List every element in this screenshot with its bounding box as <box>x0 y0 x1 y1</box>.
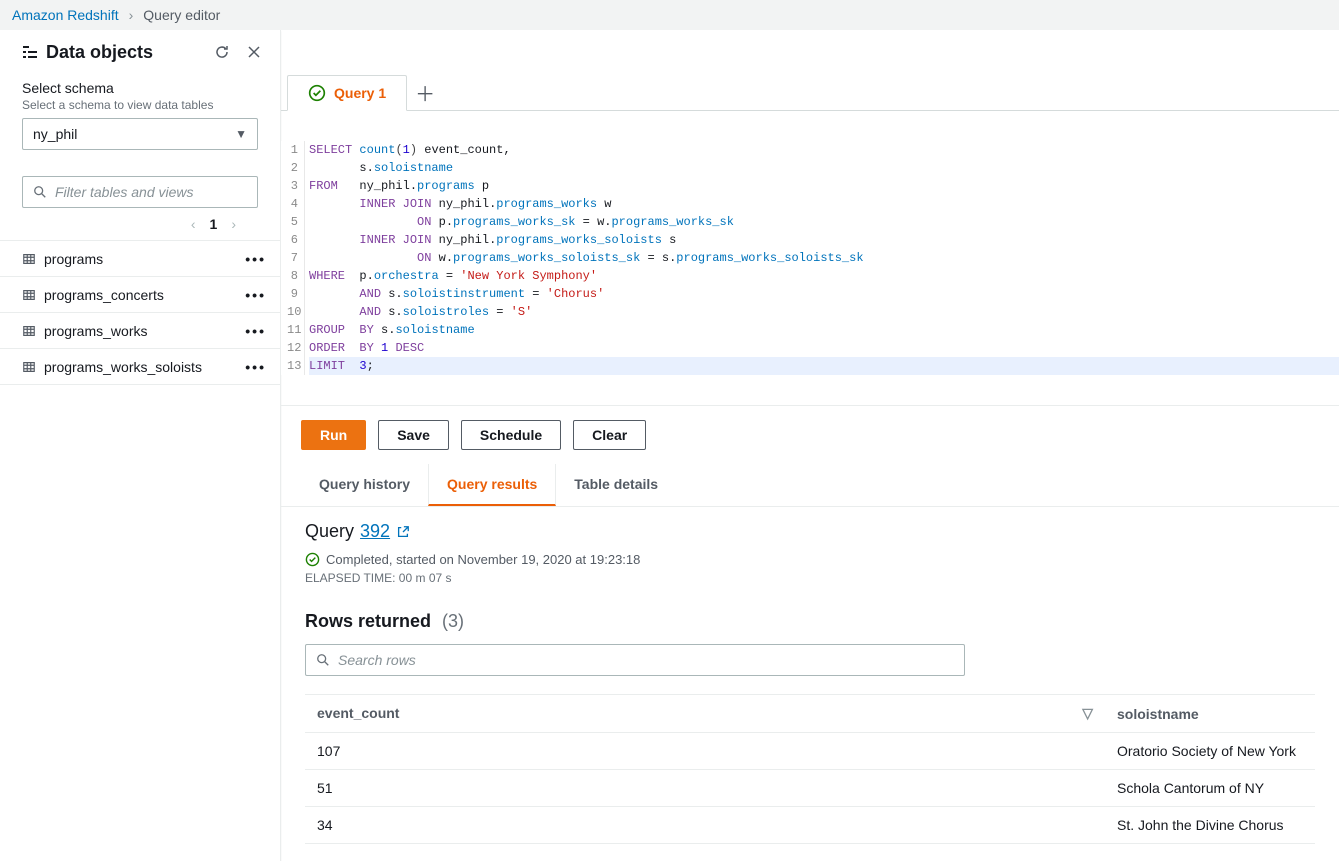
sort-desc-icon: ▽ <box>1082 705 1093 722</box>
result-table: event_count ▽ soloistname 107Oratorio So… <box>305 694 1315 844</box>
table-name: programs <box>44 251 237 267</box>
query-tab-label: Query 1 <box>334 85 386 101</box>
code-line[interactable]: WHERE p.orchestra = 'New York Symphony' <box>309 267 1339 285</box>
code-line[interactable]: SELECT count(1) event_count, <box>309 141 1339 159</box>
pager-page-number: 1 <box>210 216 218 232</box>
rows-returned-heading: Rows returned (3) <box>305 611 1315 632</box>
code-editor[interactable]: 12345678910111213 SELECT count(1) event_… <box>281 110 1339 405</box>
table-item[interactable]: programs_works ••• <box>0 313 280 349</box>
code-line[interactable]: INNER JOIN ny_phil.programs_works_solois… <box>309 231 1339 249</box>
code-line[interactable]: s.soloistname <box>309 159 1339 177</box>
rows-search-wrap[interactable] <box>305 644 965 676</box>
table-actions-menu[interactable]: ••• <box>245 323 266 339</box>
save-button[interactable]: Save <box>378 420 449 450</box>
cell-soloistname: Oratorio Society of New York <box>1105 733 1315 770</box>
cell-soloistname: St. John the Divine Chorus <box>1105 807 1315 844</box>
check-circle-icon <box>308 84 326 102</box>
filter-input-wrap[interactable] <box>22 176 258 208</box>
col-soloistname[interactable]: soloistname <box>1105 695 1315 733</box>
chevron-right-icon: › <box>129 7 134 23</box>
pager-prev[interactable]: ‹ <box>191 216 196 232</box>
table-name: programs_works_soloists <box>44 359 237 375</box>
cell-soloistname: Schola Cantorum of NY <box>1105 770 1315 807</box>
caret-down-icon: ▼ <box>235 127 247 141</box>
code-line[interactable]: INNER JOIN ny_phil.programs_works w <box>309 195 1339 213</box>
sidebar-title: Data objects <box>22 42 202 63</box>
code-line[interactable]: ON p.programs_works_sk = w.programs_work… <box>309 213 1339 231</box>
add-query-tab-button[interactable]: ＋ <box>407 78 443 107</box>
table-icon <box>22 360 36 374</box>
table-actions-menu[interactable]: ••• <box>245 359 266 375</box>
table-item[interactable]: programs ••• <box>0 241 280 277</box>
editor-code[interactable]: SELECT count(1) event_count, s.soloistna… <box>305 141 1339 375</box>
breadcrumb: Amazon Redshift › Query editor <box>0 0 1339 30</box>
table-row: 107Oratorio Society of New York <box>305 733 1315 770</box>
schema-label: Select schema <box>22 80 258 96</box>
tab-query-results[interactable]: Query results <box>428 464 556 506</box>
query-tab-1[interactable]: Query 1 <box>287 75 407 111</box>
elapsed-time: ELAPSED TIME: 00 m 07 s <box>305 571 1315 585</box>
search-icon <box>316 653 330 667</box>
results-body: Query 392 Completed, started on November… <box>281 507 1339 861</box>
cell-event-count: 107 <box>305 733 1105 770</box>
tab-table-details[interactable]: Table details <box>556 464 676 506</box>
clear-button[interactable]: Clear <box>573 420 646 450</box>
refresh-button[interactable] <box>210 40 234 64</box>
table-name: programs_concerts <box>44 287 237 303</box>
table-row: 51Schola Cantorum of NY <box>305 770 1315 807</box>
check-circle-icon <box>305 552 320 567</box>
tables-list: programs•••programs_concerts•••programs_… <box>0 240 280 385</box>
code-line[interactable]: ORDER BY 1 DESC <box>309 339 1339 357</box>
query-heading: Query 392 <box>305 521 1315 542</box>
code-line[interactable]: FROM ny_phil.programs p <box>309 177 1339 195</box>
external-link-icon[interactable] <box>396 525 410 539</box>
query-status: Completed, started on November 19, 2020 … <box>305 552 1315 567</box>
table-name: programs_works <box>44 323 237 339</box>
col-event-count[interactable]: event_count ▽ <box>305 695 1105 733</box>
table-item[interactable]: programs_concerts ••• <box>0 277 280 313</box>
editor-gutter: 12345678910111213 <box>281 141 305 375</box>
table-actions-menu[interactable]: ••• <box>245 251 266 267</box>
schema-select[interactable]: ny_phil ▼ <box>22 118 258 150</box>
cell-event-count: 34 <box>305 807 1105 844</box>
main: Query 1 ＋ 12345678910111213 SELECT count… <box>281 30 1339 861</box>
code-line[interactable]: ON w.programs_works_soloists_sk = s.prog… <box>309 249 1339 267</box>
table-actions-menu[interactable]: ••• <box>245 287 266 303</box>
query-id-link[interactable]: 392 <box>360 521 390 542</box>
close-sidebar-button[interactable] <box>242 40 266 64</box>
breadcrumb-service[interactable]: Amazon Redshift <box>12 7 119 23</box>
schedule-button[interactable]: Schedule <box>461 420 561 450</box>
schema-select-value: ny_phil <box>33 126 77 142</box>
code-line[interactable]: LIMIT 3; <box>309 357 1339 375</box>
rows-search-input[interactable] <box>338 652 954 668</box>
tab-query-history[interactable]: Query history <box>301 464 428 506</box>
search-icon <box>33 185 47 199</box>
table-icon <box>22 252 36 266</box>
table-item[interactable]: programs_works_soloists ••• <box>0 349 280 385</box>
run-button[interactable]: Run <box>301 420 366 450</box>
table-icon <box>22 288 36 302</box>
code-line[interactable]: AND s.soloistinstrument = 'Chorus' <box>309 285 1339 303</box>
pager-next[interactable]: › <box>231 216 236 232</box>
code-line[interactable]: GROUP BY s.soloistname <box>309 321 1339 339</box>
filter-input[interactable] <box>55 184 247 200</box>
results-tabs: Query history Query results Table detail… <box>281 464 1339 507</box>
breadcrumb-current: Query editor <box>143 7 220 23</box>
query-actions: Run Save Schedule Clear <box>281 405 1339 464</box>
query-tabs: Query 1 ＋ <box>281 74 1339 110</box>
sidebar: Data objects Select schema Select a sche… <box>0 30 281 861</box>
cell-event-count: 51 <box>305 770 1105 807</box>
schema-hint: Select a schema to view data tables <box>22 98 258 112</box>
table-pager: ‹ 1 › <box>22 208 258 240</box>
code-line[interactable]: AND s.soloistroles = 'S' <box>309 303 1339 321</box>
table-icon <box>22 324 36 338</box>
table-row: 34St. John the Divine Chorus <box>305 807 1315 844</box>
tree-icon <box>22 44 38 60</box>
